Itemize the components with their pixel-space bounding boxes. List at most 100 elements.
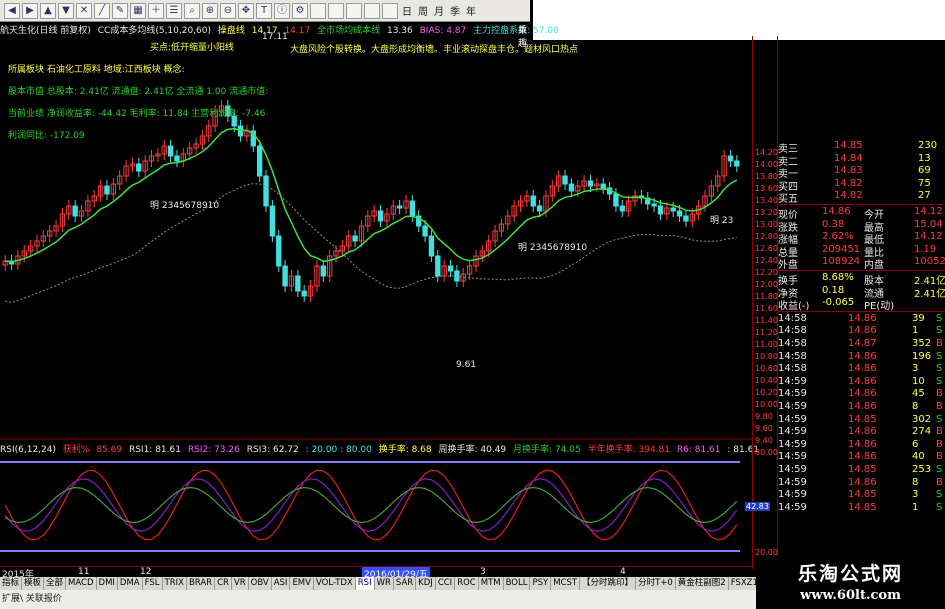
candle-body: [562, 175, 568, 185]
fund-row: 换手 8.68% 股本 2.41亿: [778, 272, 945, 287]
price-tick: 13.00: [755, 220, 778, 229]
tab-emv[interactable]: EMV: [290, 577, 314, 590]
tab--[interactable]: 模板: [22, 577, 45, 590]
market-risk-note: 大盘风险个股转换。大盘形成均衡墙。丰业滚动探盘丰仓。题材风口热点: [290, 45, 579, 55]
zoom-out-icon[interactable]: ⊖: [220, 2, 236, 19]
period-button[interactable]: 日: [400, 3, 414, 18]
candle-body: [600, 183, 606, 189]
month-turnover: 月换手率: 74.05: [513, 445, 581, 455]
tab-wr[interactable]: WR: [375, 577, 394, 590]
indicator-name[interactable]: CC成本多均线(5,10,20,60): [98, 23, 211, 36]
price-tick: 11.20: [755, 328, 778, 337]
tab-psy[interactable]: PSY: [530, 577, 552, 590]
arrow-left-icon[interactable]: ◀: [4, 2, 20, 19]
tab-vol-tdx[interactable]: VOL-TDX: [314, 577, 356, 590]
zoom-in-icon[interactable]: ⊕: [202, 2, 218, 19]
price-tick: 9.60: [755, 424, 773, 433]
tick-row: 14:58 14.87 352 B: [778, 338, 943, 349]
settings-icon[interactable]: ⚙: [292, 2, 308, 19]
candle-body: [352, 235, 358, 242]
rsi-name[interactable]: RSI(6,12,24): [0, 445, 56, 455]
tab-rsi[interactable]: RSI: [355, 577, 375, 590]
draw-icon[interactable]: ✎: [112, 2, 128, 19]
tab-mcst[interactable]: MCST: [551, 577, 581, 590]
grid-icon[interactable]: ▦: [130, 2, 146, 19]
search-icon[interactable]: ⌕: [184, 2, 200, 19]
rsi-chart[interactable]: [0, 455, 752, 565]
tab-asi[interactable]: ASI: [272, 577, 291, 590]
price-axis: 14.20 14.00 13.80 13.60 13.40 13.20 13.00 12.80…: [745, 36, 778, 569]
tab-roc[interactable]: ROC: [455, 577, 479, 590]
candle-body: [670, 207, 676, 212]
tab--[interactable]: 全部: [44, 577, 67, 590]
price-tick: 11.40: [755, 316, 778, 325]
ask-row: 买四 14.82 75: [778, 177, 931, 193]
price-tick: 10.60: [755, 364, 778, 373]
candle-body: [651, 203, 657, 207]
tab--t-0[interactable]: 分时T+0: [636, 577, 676, 590]
price-tick: 12.60: [755, 244, 778, 253]
list-icon[interactable]: ☰: [166, 2, 182, 19]
blank-icon[interactable]: [364, 2, 380, 19]
tab-kdj[interactable]: KDJ: [416, 577, 436, 590]
info-icon[interactable]: ⓘ: [274, 2, 290, 19]
line-icon[interactable]: ╱: [94, 2, 110, 19]
tab-dma[interactable]: DMA: [118, 577, 143, 590]
up-icon[interactable]: ▲: [40, 2, 56, 19]
blank-icon[interactable]: [310, 2, 326, 19]
blank-icon[interactable]: [382, 2, 398, 19]
price-tick: 13.60: [755, 184, 778, 193]
candle-body: [174, 155, 180, 162]
tab-cr[interactable]: CR: [215, 577, 232, 590]
tab-obv[interactable]: OBV: [249, 577, 272, 590]
stat-row: 总量 209451 量比 1.19: [778, 243, 937, 259]
tab-macd[interactable]: MACD: [66, 577, 97, 590]
annotation-a: 明 2345678910: [150, 201, 220, 211]
tick-row: 14:59 14.86 45 B: [778, 388, 943, 400]
blank-icon[interactable]: [328, 2, 344, 19]
tab-boll[interactable]: BOLL: [504, 577, 531, 590]
candle-body: [282, 265, 288, 287]
period-button[interactable]: 月: [432, 3, 446, 18]
sector-info: 所属板块 石油化工原料 地域:江西板块 概念:: [8, 65, 185, 75]
candle-body: [727, 155, 734, 162]
tab-dmi[interactable]: DMI: [97, 577, 118, 590]
ask-row: 卖二 14.84 13: [778, 152, 931, 168]
tab-sar[interactable]: SAR: [394, 577, 417, 590]
market-cost-label: 全市场均成本线: [317, 26, 381, 36]
candle-body: [530, 195, 536, 207]
sum-label: 乘趣: [518, 26, 528, 49]
tab-mtm[interactable]: MTM: [479, 577, 504, 590]
tab-fsl[interactable]: FSL: [143, 577, 163, 590]
date-month-3: 3: [480, 567, 486, 577]
tab--[interactable]: 【分时跳印】: [580, 577, 637, 590]
fund-row: 净资 0.18 流通 2.41亿: [778, 284, 945, 300]
period-button[interactable]: 年: [464, 3, 478, 18]
tab-vr[interactable]: VR: [232, 577, 249, 590]
price-tick: 11.60: [755, 304, 778, 313]
arrow-right-icon[interactable]: ▶: [22, 2, 38, 19]
tick-row: 14:58 14.86 1 S: [778, 325, 943, 337]
blank-icon[interactable]: [346, 2, 362, 19]
tab-trix[interactable]: TRIX: [163, 577, 187, 590]
tab-cci[interactable]: CCI: [436, 577, 456, 590]
add-icon[interactable]: ＋: [148, 2, 164, 19]
cross-icon[interactable]: ✕: [76, 2, 92, 19]
watermark: 乐淘公式网 www.60lt.com: [756, 556, 945, 609]
candle-body: [422, 225, 428, 237]
annotation-c: 明 23: [710, 216, 734, 226]
rsi1-value: RSI1: 81.61: [128, 445, 181, 455]
tab-brar[interactable]: BRAR: [187, 577, 216, 590]
low-price-label: 9.61: [456, 360, 477, 370]
turnover: 换手率: 8.68: [378, 445, 432, 455]
tab--[interactable]: 指标: [0, 577, 23, 590]
stock-name: 航天生化(日线 前复权): [0, 26, 91, 36]
text-icon[interactable]: T: [256, 2, 272, 19]
tab--2[interactable]: 黄金柱副图2: [676, 577, 729, 590]
down-icon[interactable]: ▼: [58, 2, 74, 19]
tick-row: 14:59 14.86 274 B: [778, 426, 943, 438]
price-tick: 10.00: [755, 400, 778, 409]
move-icon[interactable]: ✥: [238, 2, 254, 19]
period-button[interactable]: 周: [416, 3, 430, 18]
period-button[interactable]: 季: [448, 3, 462, 18]
